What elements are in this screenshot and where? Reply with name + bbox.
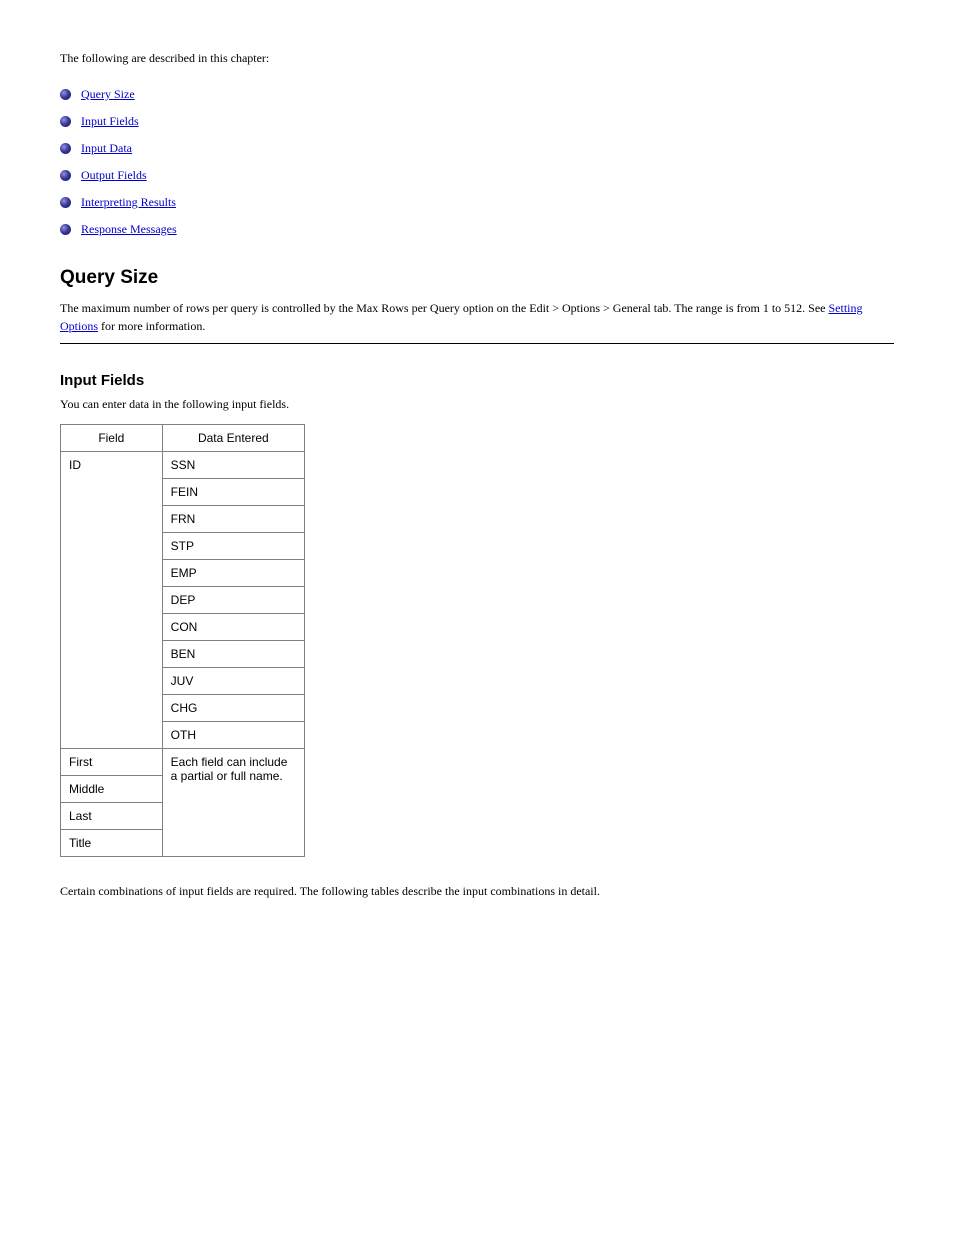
sphere-bullet-icon: [60, 197, 71, 208]
sphere-bullet-icon: [60, 224, 71, 235]
cell-value: FEIN: [162, 478, 304, 505]
link-query-size[interactable]: Query Size: [81, 87, 135, 102]
cell-value: OTH: [162, 721, 304, 748]
cell-value: DEP: [162, 586, 304, 613]
cell-value: CHG: [162, 694, 304, 721]
list-item: Interpreting Results: [60, 195, 894, 210]
sphere-bullet-icon: [60, 170, 71, 181]
section-divider: [60, 343, 894, 344]
sphere-bullet-icon: [60, 89, 71, 100]
list-item: Response Messages: [60, 222, 894, 237]
link-output-fields[interactable]: Output Fields: [81, 168, 147, 183]
link-interpreting-results[interactable]: Interpreting Results: [81, 195, 176, 210]
sphere-bullet-icon: [60, 143, 71, 154]
table-header-field: Field: [61, 424, 163, 451]
body-text-before: The maximum number of rows per query is …: [60, 301, 829, 315]
heading-query-size: Query Size: [60, 267, 894, 289]
cell-value: JUV: [162, 667, 304, 694]
cell-value: BEN: [162, 640, 304, 667]
cell-value: SSN: [162, 451, 304, 478]
body-text-after: for more information.: [98, 319, 205, 333]
bullet-list: Query Size Input Fields Input Data Outpu…: [60, 87, 894, 237]
table-header-row: Field Data Entered: [61, 424, 305, 451]
cell-value: FRN: [162, 505, 304, 532]
list-item: Input Fields: [60, 114, 894, 129]
cell-title-label: Title: [61, 829, 163, 856]
list-item: Output Fields: [60, 168, 894, 183]
link-response-messages[interactable]: Response Messages: [81, 222, 177, 237]
cell-value: CON: [162, 613, 304, 640]
link-input-data[interactable]: Input Data: [81, 141, 132, 156]
sphere-bullet-icon: [60, 116, 71, 127]
table-row: ID SSN: [61, 451, 305, 478]
intro-paragraph: The following are described in this chap…: [60, 50, 894, 67]
paragraph-query-size: The maximum number of rows per query is …: [60, 299, 894, 335]
cell-name-note: Each field can include a partial or full…: [162, 748, 304, 856]
list-item: Query Size: [60, 87, 894, 102]
list-item: Input Data: [60, 141, 894, 156]
cell-first-label: First: [61, 748, 163, 775]
paragraph-input-fields: You can enter data in the following inpu…: [60, 397, 894, 412]
input-fields-table: Field Data Entered ID SSN FEIN FRN STP E…: [60, 424, 305, 857]
cell-id-label: ID: [61, 451, 163, 748]
link-input-fields[interactable]: Input Fields: [81, 114, 139, 129]
cell-middle-label: Middle: [61, 775, 163, 802]
note-paragraph: Certain combinations of input fields are…: [60, 882, 894, 900]
heading-input-fields: Input Fields: [60, 372, 894, 389]
cell-value: STP: [162, 532, 304, 559]
table-header-data: Data Entered: [162, 424, 304, 451]
cell-value: EMP: [162, 559, 304, 586]
table-row: First Each field can include a partial o…: [61, 748, 305, 775]
cell-last-label: Last: [61, 802, 163, 829]
